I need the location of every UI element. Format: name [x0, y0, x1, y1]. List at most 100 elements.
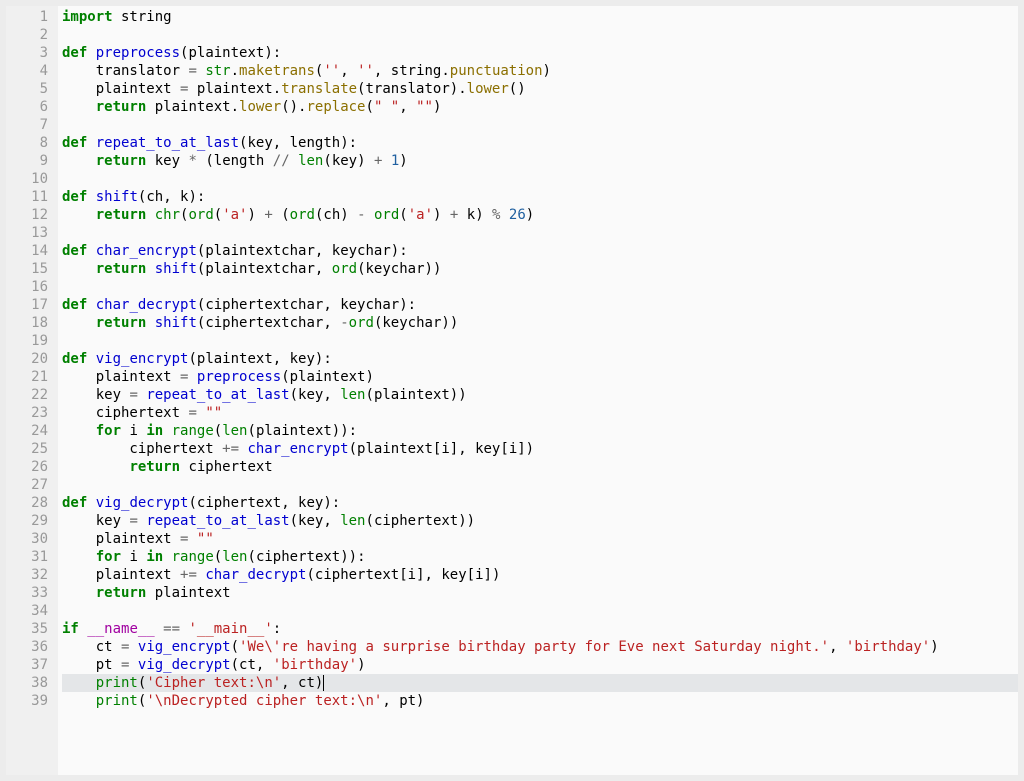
line-number: 1	[6, 8, 48, 26]
token-fn: repeat_to_at_last	[96, 135, 239, 151]
token-id	[129, 657, 137, 673]
code-line[interactable]: pt = vig_decrypt(ct, 'birthday')	[62, 656, 1018, 674]
token-id: ciphertext	[197, 495, 281, 511]
line-number: 2	[6, 26, 48, 44]
code-line[interactable]: return shift(plaintextchar, ord(keychar)…	[62, 260, 1018, 278]
token-pr: .	[231, 63, 239, 79]
code-line[interactable]: for i in range(len(plaintext)):	[62, 422, 1018, 440]
token-pr: )	[433, 207, 450, 223]
code-line[interactable]: return shift(ciphertextchar, -ord(keycha…	[62, 314, 1018, 332]
token-s: ""	[197, 531, 214, 547]
token-pr: )	[433, 99, 441, 115]
token-fn: shift	[155, 261, 197, 277]
token-id	[87, 495, 95, 511]
code-line[interactable]: translator = str.maketrans('', '', strin…	[62, 62, 1018, 80]
code-line[interactable]	[62, 602, 1018, 620]
code-line[interactable]: ciphertext = ""	[62, 404, 1018, 422]
token-id	[62, 585, 96, 601]
token-kw: in	[146, 549, 163, 565]
token-id	[290, 153, 298, 169]
code-line[interactable]: plaintext = preprocess(plaintext)	[62, 368, 1018, 386]
token-pr: ):	[399, 297, 416, 313]
code-line[interactable]: print('Cipher text:\n', ct)	[62, 674, 1018, 692]
token-kw: in	[146, 423, 163, 439]
token-id: keychar	[340, 297, 399, 313]
line-number: 15	[6, 260, 48, 278]
token-pr: :	[273, 621, 281, 637]
code-line[interactable]: def char_decrypt(ciphertextchar, keychar…	[62, 296, 1018, 314]
code-line[interactable]: return chr(ord('a') + (ord(ch) - ord('a'…	[62, 206, 1018, 224]
token-pr: ,	[315, 261, 332, 277]
line-number: 8	[6, 134, 48, 152]
token-pr: ().	[281, 99, 306, 115]
code-line[interactable]: key = repeat_to_at_last(key, len(ciphert…	[62, 512, 1018, 530]
token-pr: [	[500, 441, 508, 457]
token-pr: ).	[450, 81, 467, 97]
code-line[interactable]: def char_encrypt(plaintextchar, keychar)…	[62, 242, 1018, 260]
code-line[interactable]: return key * (length // len(key) + 1)	[62, 152, 1018, 170]
token-pr: )	[416, 693, 424, 709]
token-id: ciphertextchar	[205, 297, 323, 313]
code-area[interactable]: import string def preprocess(plaintext):…	[58, 6, 1018, 775]
code-line[interactable]: key = repeat_to_at_last(key, len(plainte…	[62, 386, 1018, 404]
code-line[interactable]: ciphertext += char_encrypt(plaintext[i],…	[62, 440, 1018, 458]
line-number: 4	[6, 62, 48, 80]
code-line[interactable]: def vig_decrypt(ciphertext, key):	[62, 494, 1018, 512]
line-number: 39	[6, 692, 48, 710]
token-id	[87, 45, 95, 61]
token-pr: ,	[399, 99, 416, 115]
token-op: -	[357, 207, 365, 223]
code-line[interactable]	[62, 26, 1018, 44]
code-line[interactable]: plaintext = plaintext.translate(translat…	[62, 80, 1018, 98]
code-line[interactable]: print('\nDecrypted cipher text:\n', pt)	[62, 692, 1018, 710]
token-pr: ))	[425, 261, 442, 277]
code-line[interactable]: ct = vig_encrypt('We\'re having a surpri…	[62, 638, 1018, 656]
token-pr: )	[340, 207, 357, 223]
token-id: ct	[62, 639, 121, 655]
token-pr: ,	[374, 63, 391, 79]
token-id: i	[441, 441, 449, 457]
code-line[interactable]	[62, 170, 1018, 188]
token-id: key	[332, 153, 357, 169]
token-id	[62, 693, 96, 709]
token-pr: )	[543, 63, 551, 79]
token-pr: (	[248, 423, 256, 439]
token-id: ch	[146, 189, 163, 205]
token-pr: ,	[315, 243, 332, 259]
code-line[interactable]: def vig_encrypt(plaintext, key):	[62, 350, 1018, 368]
token-id: key	[298, 513, 323, 529]
code-line[interactable]	[62, 278, 1018, 296]
code-line[interactable]: plaintext += char_decrypt(ciphertext[i],…	[62, 566, 1018, 584]
code-line[interactable]	[62, 224, 1018, 242]
line-number: 32	[6, 566, 48, 584]
code-line[interactable]	[62, 332, 1018, 350]
token-pr: ):	[188, 189, 205, 205]
token-fn: shift	[96, 189, 138, 205]
code-line[interactable]: if __name__ == '__main__':	[62, 620, 1018, 638]
code-editor[interactable]: 1234567891011121314151617181920212223242…	[6, 6, 1018, 775]
token-fn: char_encrypt	[247, 441, 348, 457]
code-line[interactable]: def shift(ch, k):	[62, 188, 1018, 206]
token-op: -	[340, 315, 348, 331]
code-line[interactable]: for i in range(len(ciphertext)):	[62, 548, 1018, 566]
code-line[interactable]: def preprocess(plaintext):	[62, 44, 1018, 62]
token-id: i	[509, 441, 517, 457]
code-line[interactable]: return ciphertext	[62, 458, 1018, 476]
token-pr: )):	[340, 549, 365, 565]
token-pr: )	[399, 153, 407, 169]
code-line[interactable]: return plaintext	[62, 584, 1018, 602]
line-number: 26	[6, 458, 48, 476]
code-line[interactable]	[62, 116, 1018, 134]
token-op: ==	[163, 621, 180, 637]
code-line[interactable]: def repeat_to_at_last(key, length):	[62, 134, 1018, 152]
code-line[interactable]: return plaintext.lower().replace(" ", ""…	[62, 98, 1018, 116]
token-id: plaintext	[62, 81, 180, 97]
code-line[interactable]: import string	[62, 8, 1018, 26]
code-line[interactable]	[62, 476, 1018, 494]
code-line[interactable]: plaintext = ""	[62, 530, 1018, 548]
token-s: 'Cipher text:\n'	[146, 675, 281, 691]
token-pr: [	[399, 567, 407, 583]
token-kw: def	[62, 243, 87, 259]
line-number: 12	[6, 206, 48, 224]
token-id: translator	[62, 63, 188, 79]
